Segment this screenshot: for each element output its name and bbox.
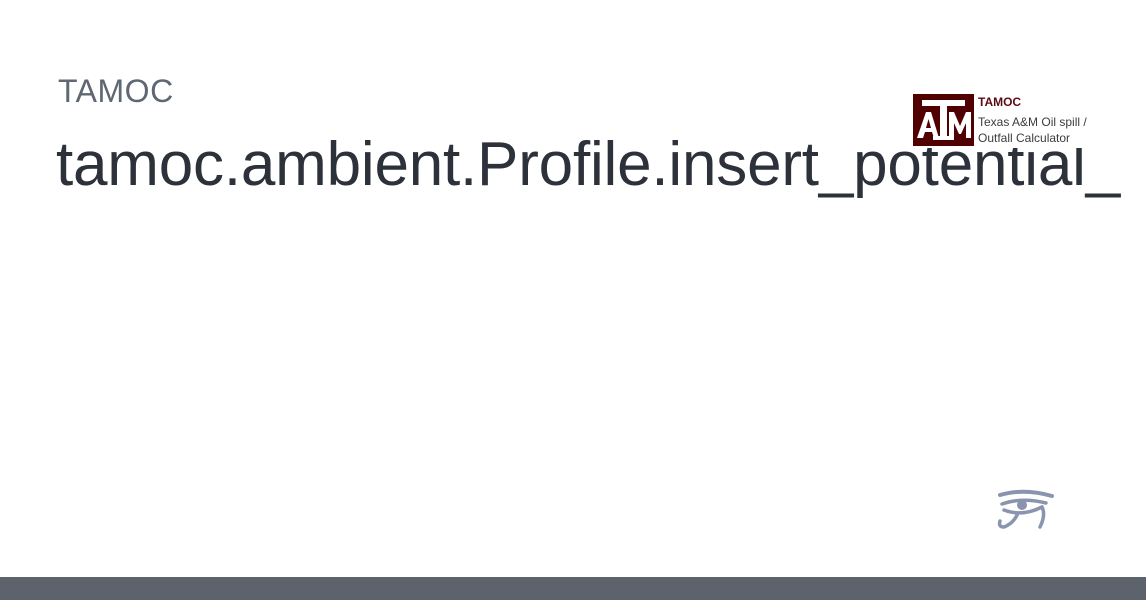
- social-card: TAMOC tamoc.ambient.Profile.insert_poten…: [0, 0, 1146, 600]
- logo-subtitle-line1: Texas A&M Oil spill /: [978, 115, 1087, 129]
- eye-of-horus-icon: [997, 489, 1054, 529]
- tamoc-logo: TAMOC Texas A&M Oil spill / Outfall Calc…: [912, 94, 1146, 148]
- footer-bar: [0, 577, 1146, 600]
- logo-subtitle-line2: Outfall Calculator: [978, 131, 1071, 145]
- atm-logo-icon: [913, 94, 974, 146]
- logo-title: TAMOC: [978, 95, 1022, 109]
- site-name: TAMOC: [58, 73, 174, 109]
